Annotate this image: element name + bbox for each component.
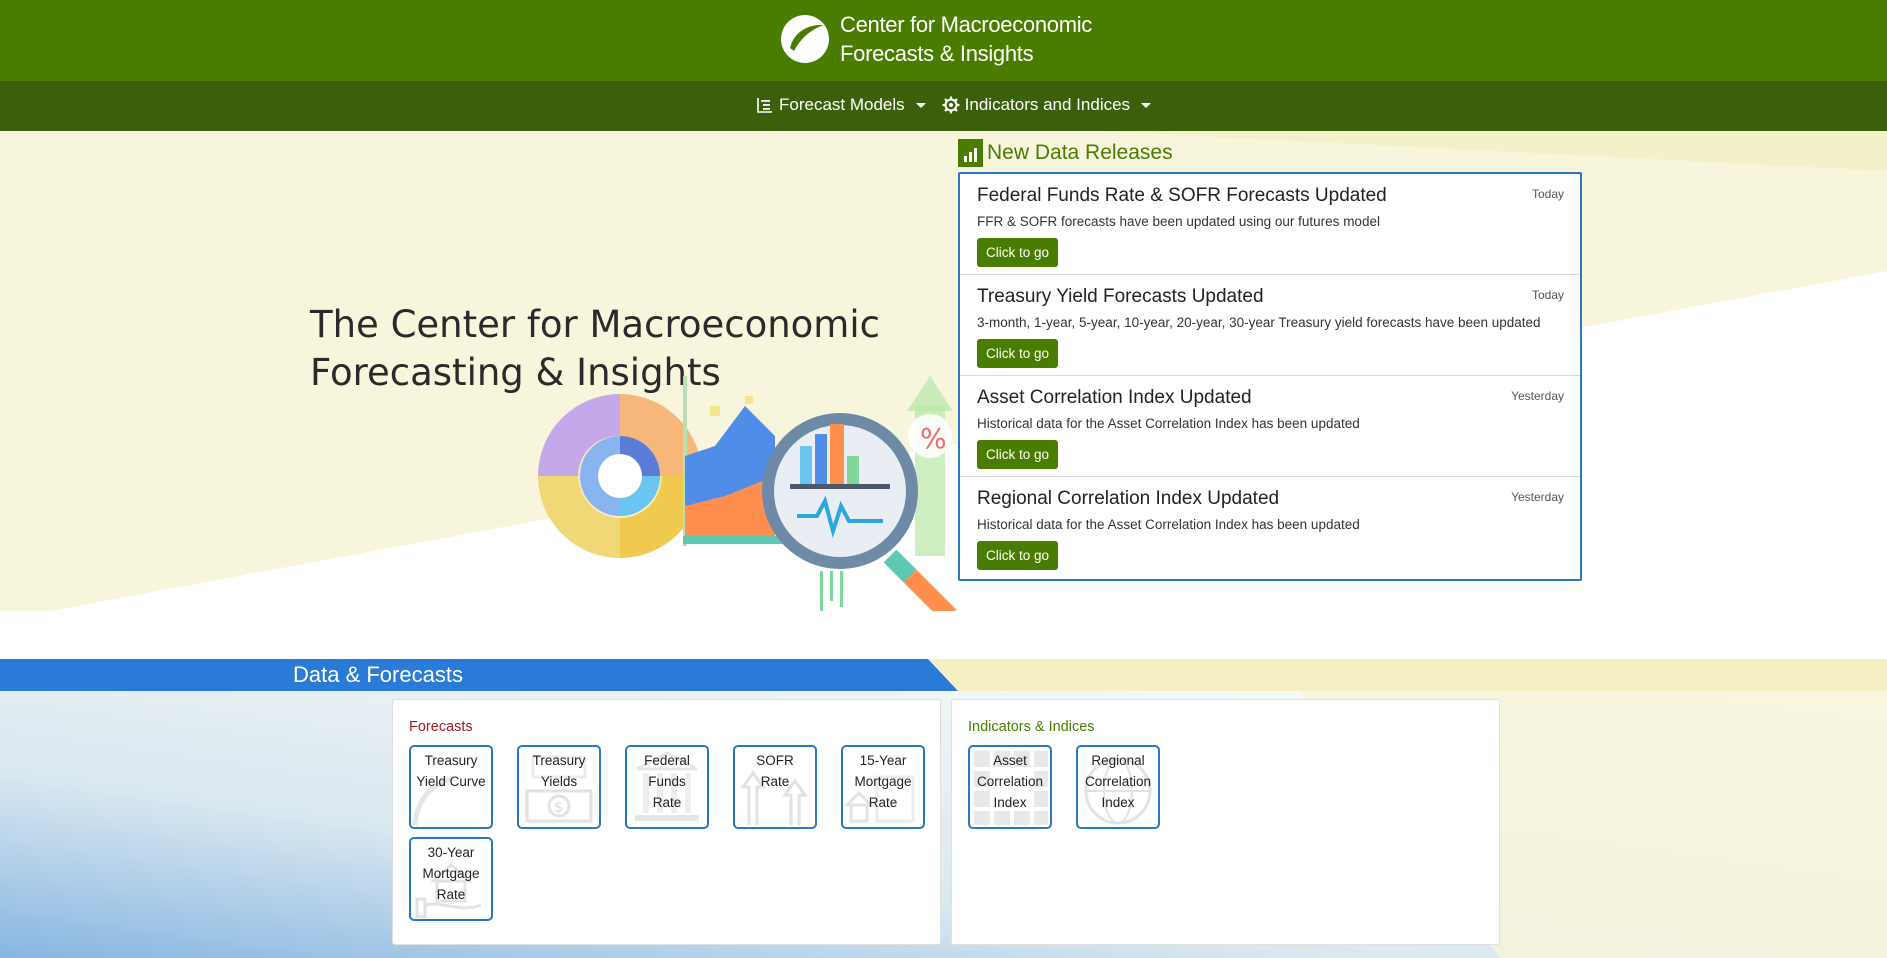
tile-label-line: Correlation: [1084, 774, 1152, 789]
tile-label-line: Federal: [644, 753, 690, 768]
tile-label: Regional Correlation Index: [1078, 747, 1158, 813]
tile-federal-funds-rate[interactable]: Federal Funds Rate: [625, 745, 709, 829]
brand[interactable]: Center for Macroeconomic Forecasts & Ins…: [780, 10, 1092, 68]
leaf-logo-icon: [781, 15, 829, 63]
tile-label: 15-Year Mortgage Rate: [843, 747, 923, 813]
tile-label-line: 30-Year: [427, 845, 475, 860]
analytics-magnifier-illustration: %: [538, 376, 957, 611]
main-nav: Forecast Models Indicators and Indices: [0, 81, 1887, 131]
tile-label: Asset Correlation Index: [970, 747, 1050, 813]
release-item: Federal Funds Rate & SOFR Forecasts Upda…: [960, 174, 1580, 275]
releases-list: Federal Funds Rate & SOFR Forecasts Upda…: [958, 172, 1582, 581]
tile-label-line: Mortgage: [854, 774, 912, 789]
release-date: Yesterday: [1511, 490, 1564, 504]
tile-asset-correlation-index[interactable]: Asset Correlation Index: [968, 745, 1052, 829]
tile-label-line: Correlation: [976, 774, 1044, 789]
svg-text:%: %: [920, 422, 947, 455]
svg-text:$: $: [554, 798, 564, 816]
section-title: Data & Forecasts: [293, 662, 463, 687]
section-background: [0, 659, 1887, 958]
tile-label-line: Regional: [1091, 753, 1145, 768]
release-item: Asset Correlation Index Updated Yesterda…: [960, 376, 1580, 477]
tile-label: SOFR Rate: [735, 747, 815, 792]
tile-label-line: Yields: [540, 774, 578, 789]
nav-indicators-indices[interactable]: Indicators and Indices: [942, 95, 1152, 115]
release-item: Regional Correlation Index Updated Yeste…: [960, 477, 1580, 578]
click-to-go-button[interactable]: Click to go: [977, 238, 1059, 267]
tile-label-line: Treasury: [424, 753, 478, 768]
release-title: Treasury Yield Forecasts Updated: [977, 286, 1264, 307]
tile-label-line: Index: [993, 795, 1027, 810]
release-item: Treasury Yield Forecasts Updated Today 3…: [960, 275, 1580, 376]
tile-label-line: Mortgage: [422, 866, 480, 881]
tile-sofr-rate[interactable]: SOFR Rate: [733, 745, 817, 829]
release-title: Regional Correlation Index Updated: [977, 488, 1280, 509]
release-description: Historical data for the Asset Correlatio…: [977, 416, 1360, 431]
forecasts-panel: Forecasts Treasury Yield Curve $ Treasur…: [392, 699, 941, 945]
hero-section: The Center for Macroeconomic Forecasting…: [0, 131, 1887, 611]
tile-label-line: Rate: [436, 887, 466, 902]
tile-label-line: Yield Curve: [416, 774, 486, 789]
brand-line-1: Center for Macroeconomic: [840, 12, 1093, 37]
tile-label: Treasury Yield Curve: [411, 747, 491, 792]
release-date: Today: [1531, 187, 1564, 201]
release-date: Today: [1531, 288, 1564, 302]
tile-label-line: Asset: [993, 753, 1027, 768]
release-description: 3-month, 1-year, 5-year, 10-year, 20-yea…: [977, 315, 1541, 330]
tile-label-line: Rate: [760, 774, 790, 789]
release-date: Yesterday: [1511, 389, 1564, 403]
data-forecasts-section: Data & Forecasts Forecasts Treasury Yiel…: [0, 659, 1887, 958]
tile-treasury-yield-curve[interactable]: Treasury Yield Curve: [409, 745, 493, 829]
tile-label-line: Funds: [648, 774, 686, 789]
tile-30-year-mortgage-rate[interactable]: 30-Year Mortgage Rate: [409, 837, 493, 921]
tile-regional-correlation-index[interactable]: Regional Correlation Index: [1076, 745, 1160, 829]
tile-15-year-mortgage-rate[interactable]: 15-Year Mortgage Rate: [841, 745, 925, 829]
list-tree-icon: [757, 98, 772, 113]
release-description: Historical data for the Asset Correlatio…: [977, 517, 1360, 532]
tile-label-line: 15-Year: [859, 753, 907, 768]
site-header: Center for Macroeconomic Forecasts & Ins…: [0, 0, 1887, 81]
click-to-go-button[interactable]: Click to go: [977, 541, 1059, 570]
tile-label-line: Index: [1101, 795, 1135, 810]
release-description: FFR & SOFR forecasts have been updated u…: [977, 214, 1380, 229]
nav-forecast-models-label: Forecast Models: [779, 95, 905, 114]
tile-label: 30-Year Mortgage Rate: [411, 839, 491, 905]
releases-header: New Data Releases: [958, 139, 1173, 167]
release-title: Federal Funds Rate & SOFR Forecasts Upda…: [977, 185, 1387, 206]
indicators-panel: Indicators & Indices Asset Correlation I…: [951, 699, 1500, 945]
tile-label-line: Treasury: [532, 753, 586, 768]
caret-down-icon: [915, 102, 926, 108]
nav-forecast-models[interactable]: Forecast Models: [756, 95, 926, 115]
tile-label: Treasury Yields: [519, 747, 599, 792]
forecasts-label: Forecasts: [409, 719, 473, 735]
tile-label: Federal Funds Rate: [627, 747, 707, 813]
gear-icon: [942, 96, 960, 114]
tile-label-line: SOFR: [756, 753, 794, 768]
brand-line-2: Forecasts & Insights: [840, 41, 1034, 66]
releases-title: New Data Releases: [987, 141, 1173, 164]
release-title: Asset Correlation Index Updated: [977, 387, 1252, 408]
brand-name: Center for Macroeconomic Forecasts & Ins…: [840, 10, 1092, 68]
bar-chart-icon: [958, 139, 983, 167]
click-to-go-button[interactable]: Click to go: [977, 339, 1059, 368]
click-to-go-button[interactable]: Click to go: [977, 440, 1059, 469]
caret-down-icon: [1141, 102, 1152, 108]
tile-label-line: Rate: [868, 795, 898, 810]
indicators-label: Indicators & Indices: [968, 719, 1095, 735]
tile-label-line: Rate: [652, 795, 682, 810]
tile-treasury-yields[interactable]: $ Treasury Yields: [517, 745, 601, 829]
nav-indicators-label: Indicators and Indices: [964, 95, 1131, 114]
